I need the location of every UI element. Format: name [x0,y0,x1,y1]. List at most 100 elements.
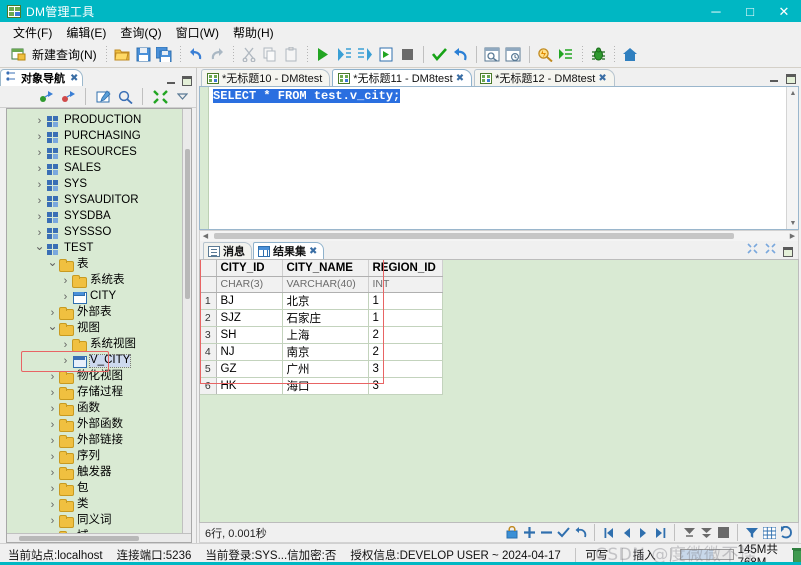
results-tab-resultset[interactable]: 结果集 ✖ [253,242,325,259]
object-tree-container[interactable]: › PRODUCTION › PURCHASING › RESOURCES › SALES › S… [6,108,192,543]
row-number[interactable]: 3 [200,326,217,344]
menu-edit[interactable]: 编辑(E) [59,22,113,43]
column-header-city-name[interactable]: CITY_NAME [282,260,369,277]
trash-icon[interactable] [792,548,801,563]
chevron-right-icon[interactable]: › [59,275,72,287]
row-number[interactable]: 4 [200,343,217,361]
editor-vertical-scrollbar[interactable]: ▲ ▼ [786,87,798,229]
chevron-right-icon[interactable]: › [46,371,59,383]
cell-city-id[interactable]: NJ [216,343,283,361]
results-horizontal-scrollbar[interactable]: ◀ ▶ [199,230,799,241]
menu-file[interactable]: 文件(F) [6,22,59,43]
results-scroll-right-icon[interactable]: ▶ [787,231,798,240]
tree-node-系统表[interactable]: › 系统表 [7,273,191,289]
commit-row-icon[interactable] [555,525,571,541]
tree-node-函数[interactable]: › 函数 [7,401,191,417]
close-button[interactable]: ✕ [767,0,801,22]
table-row[interactable]: 4 NJ 南京 2 [200,343,443,361]
tree-node-SYSAUDITOR[interactable]: › SYSAUDITOR [7,193,191,209]
chevron-right-icon[interactable]: › [33,211,46,223]
navigator-maximize-icon[interactable] [182,76,192,86]
refresh-row-icon[interactable] [572,525,588,541]
tree-node-表[interactable]: ⌄ 表 [7,256,191,273]
refresh-grid-icon[interactable] [778,525,794,541]
tree-node-RESOURCES[interactable]: › RESOURCES [7,145,191,161]
tree-node-视图[interactable]: ⌄ 视图 [7,320,191,337]
editor-tab-0[interactable]: *无标题10 - DM8test [201,69,331,86]
tree-node-V_CITY[interactable]: › V_CITY [7,353,191,369]
row-number[interactable]: 1 [200,292,217,310]
cell-city-name[interactable]: 广州 [282,360,369,378]
tab-object-navigator[interactable]: 对象导航 ✖ [0,69,84,86]
connect-icon[interactable] [37,88,55,106]
last-page-icon[interactable] [652,525,668,541]
tree-node-物化视图[interactable]: › 物化视图 [7,369,191,385]
chevron-right-icon[interactable]: › [59,339,72,351]
fetch-all-icon[interactable] [698,525,714,541]
tree-horizontal-scrollbar[interactable] [7,533,191,542]
cell-region-id[interactable]: 2 [368,343,443,361]
lock-icon[interactable] [504,525,520,541]
cell-city-id[interactable]: HK [216,377,283,395]
maximize-button[interactable]: □ [733,0,767,22]
search-sql-icon[interactable] [536,45,555,64]
execute-step-icon[interactable] [335,45,354,64]
result-grid-container[interactable]: CITY_ID CITY_NAME REGION_ID CHAR(3) VARC… [199,259,799,523]
cell-city-id[interactable]: SH [216,326,283,344]
chevron-right-icon[interactable]: › [33,163,46,175]
new-query-button[interactable]: 新建查询(N) [4,44,101,65]
navigator-minimize-icon[interactable] [166,76,176,86]
chevron-right-icon[interactable]: › [46,451,59,463]
stop-fetch-icon[interactable] [715,525,731,541]
cell-region-id[interactable]: 1 [368,292,443,310]
chevron-right-icon[interactable]: › [33,147,46,159]
tree-node-TEST[interactable]: ⌄ TEST [7,240,191,257]
chevron-right-icon[interactable]: › [33,131,46,143]
edit-icon[interactable] [94,88,112,106]
chevron-right-icon[interactable]: › [46,515,59,527]
chevron-right-icon[interactable]: › [46,419,59,431]
tree-node-外部链接[interactable]: › 外部链接 [7,433,191,449]
chevron-right-icon[interactable]: › [33,179,46,191]
tree-hscroll-thumb[interactable] [19,536,139,541]
chevron-right-icon[interactable]: › [59,355,72,367]
table-row[interactable]: 3 SH 上海 2 [200,326,443,344]
chevron-right-icon[interactable]: › [46,467,59,479]
cell-city-name[interactable]: 北京 [282,292,369,310]
table-row[interactable]: 1 BJ 北京 1 [200,292,443,310]
column-header-region-id[interactable]: REGION_ID [368,260,443,277]
save-all-icon[interactable] [155,45,174,64]
menu-query[interactable]: 查询(Q) [113,22,168,43]
chevron-right-icon[interactable]: › [46,435,59,447]
execute-to-file-icon[interactable] [377,45,396,64]
rollback-icon[interactable] [451,45,470,64]
editor-tab-2[interactable]: *无标题12 - DM8test ✖ [474,69,615,86]
cell-region-id[interactable]: 3 [368,377,443,395]
tree-node-存储过程[interactable]: › 存储过程 [7,385,191,401]
tree-vscroll-thumb[interactable] [185,149,190,299]
menu-help[interactable]: 帮助(H) [226,22,281,43]
results-tab-close-icon[interactable]: ✖ [309,246,317,257]
debug-icon[interactable] [589,45,608,64]
first-page-icon[interactable] [601,525,617,541]
sql-code-area[interactable]: SELECT * FROM test.v_city; [209,87,786,229]
chevron-right-icon[interactable]: › [46,307,59,319]
tree-node-同义词[interactable]: › 同义词 [7,513,191,529]
search-icon[interactable] [116,88,134,106]
chevron-right-icon[interactable]: › [46,387,59,399]
row-number[interactable]: 5 [200,360,217,378]
cell-city-name[interactable]: 海口 [282,377,369,395]
results-restore-icon[interactable] [783,247,793,257]
undo-icon[interactable] [187,45,206,64]
chevron-down-icon[interactable]: ⌄ [46,256,59,268]
cell-region-id[interactable]: 1 [368,309,443,327]
results-tab-messages[interactable]: 消息 [203,242,252,259]
cell-city-name[interactable]: 南京 [282,343,369,361]
collapse-all-icon[interactable] [151,88,169,106]
cell-region-id[interactable]: 3 [368,360,443,378]
tree-node-外部表[interactable]: › 外部表 [7,305,191,321]
chevron-down-icon[interactable]: ⌄ [33,240,46,252]
tree-node-外部函数[interactable]: › 外部函数 [7,417,191,433]
view-menu-icon[interactable] [173,88,191,106]
filter-icon[interactable] [744,525,760,541]
